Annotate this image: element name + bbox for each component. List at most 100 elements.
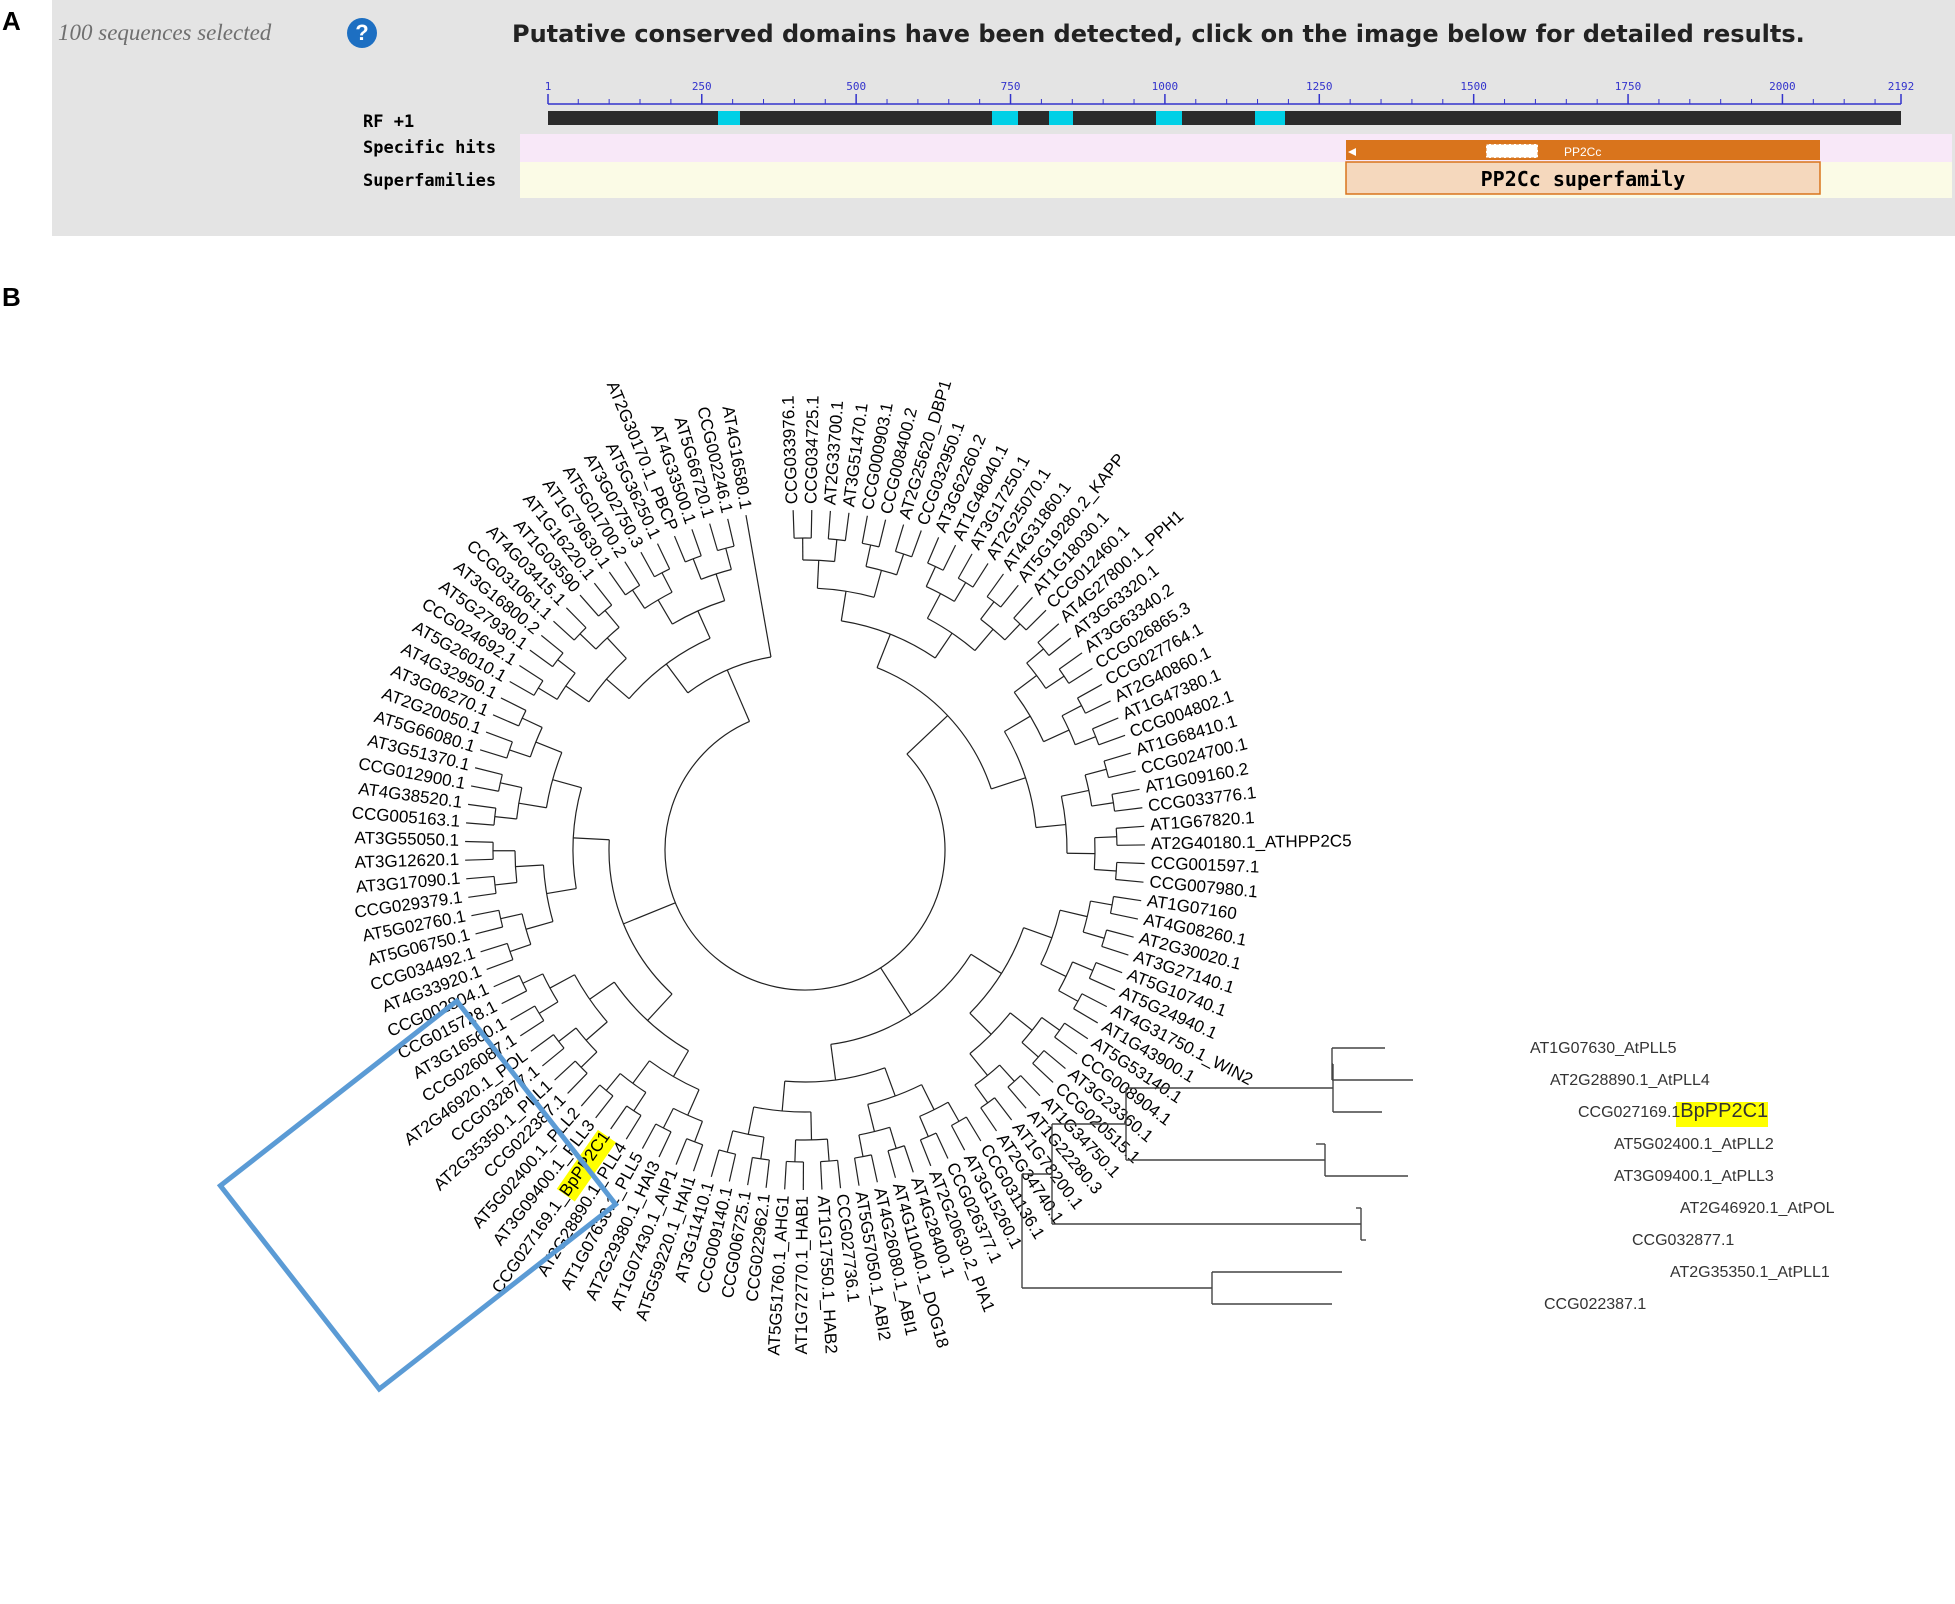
tree-branch — [500, 697, 527, 711]
sequence-feature-mark — [1156, 111, 1182, 125]
tree-branch — [465, 858, 494, 861]
tree-branch — [969, 1012, 992, 1035]
tree-leaf-label: AT3G12620.1 — [354, 850, 459, 872]
tree-arc — [598, 604, 613, 617]
tree-branch — [540, 634, 564, 654]
tree-branch — [974, 1084, 989, 1104]
ruler-tick-label: 1500 — [1460, 80, 1487, 93]
tree-branch — [467, 803, 496, 809]
tree-branch — [903, 1145, 914, 1173]
tree-branch — [1058, 652, 1083, 670]
tree-branch — [691, 529, 702, 556]
tree-branch — [486, 959, 514, 971]
tree-branch — [974, 628, 994, 651]
superfamily-box[interactable]: PP2Cc superfamily — [1345, 161, 1821, 195]
tree-branch — [580, 1084, 601, 1107]
ruler-tick-label: 500 — [846, 80, 866, 93]
subtree-leaf-label: AT2G46920.1_AtPOL — [1680, 1200, 1835, 1217]
tree-branch — [672, 1050, 690, 1077]
tree-branch — [880, 967, 912, 1016]
tree-branch — [980, 601, 995, 620]
cdd-domain-graphic[interactable]: RF +1 Specific hits Superfamilies 1 250 50… — [52, 0, 1955, 236]
tree-branch — [1043, 729, 1070, 743]
tree-branch — [926, 593, 942, 619]
tree-branch — [466, 875, 495, 880]
tree-branch — [605, 1073, 621, 1091]
tree-branch — [953, 582, 967, 602]
tree-arc — [595, 626, 620, 650]
tree-branch — [500, 913, 523, 920]
tree-arc — [858, 1126, 890, 1136]
tree-arc — [1058, 668, 1070, 684]
tree-branch — [1009, 1012, 1033, 1031]
tree-branch — [608, 571, 626, 596]
tree-branch — [919, 1139, 932, 1167]
tree-branch — [579, 594, 600, 617]
tree-branch — [726, 1130, 734, 1153]
tree-branch — [1113, 895, 1142, 902]
tree-branch — [485, 731, 513, 743]
tree-branch — [468, 892, 497, 898]
tree-arc — [1076, 697, 1086, 714]
tree-arc — [1054, 1022, 1066, 1038]
tree-branch — [675, 1138, 688, 1165]
superfamily-label: PP2Cc superfamily — [1481, 167, 1686, 191]
tree-branch — [657, 599, 673, 625]
tree-branch — [1061, 705, 1082, 717]
tree-branch — [606, 678, 630, 700]
tree-branch — [994, 1097, 1013, 1121]
tree-branch — [921, 1084, 935, 1110]
tree-branch — [692, 1144, 704, 1172]
tree-branch — [493, 974, 520, 988]
tree-branch — [784, 1161, 787, 1190]
tree-branch — [558, 1027, 577, 1042]
tree-branch — [1092, 717, 1119, 730]
tree-branch — [1095, 961, 1123, 974]
tree-branch — [970, 953, 1002, 974]
sequence-feature-mark — [1255, 111, 1285, 125]
tree-branch — [585, 1021, 608, 1041]
tree-branch — [475, 926, 503, 935]
tree-arc — [673, 1107, 703, 1122]
tree-branch — [727, 518, 735, 547]
tree-branch — [1116, 825, 1145, 829]
tree-branch — [1037, 623, 1060, 643]
tree-branch — [1061, 789, 1089, 797]
track-label-superfamilies: Superfamilies — [363, 171, 496, 191]
tree-arc — [820, 1159, 838, 1163]
tree-branch — [565, 685, 590, 703]
tree-arc — [1037, 641, 1050, 656]
tree-branch — [833, 539, 838, 562]
panel-label-a: A — [2, 6, 21, 36]
tree-branch — [593, 582, 613, 606]
ruler-tick-label: 2192 — [1888, 80, 1915, 93]
tree-branch — [554, 1060, 576, 1081]
tree-branch — [1072, 961, 1094, 972]
tree-branch — [1059, 909, 1088, 918]
subtree-leaf-label: AT2G28890.1_AtPLL4 — [1550, 1072, 1710, 1089]
tree-branch — [474, 767, 503, 776]
tree-arc — [599, 1084, 614, 1097]
tree-branch — [972, 563, 989, 588]
tree-branch — [1021, 1041, 1039, 1058]
tree-branch — [694, 1121, 703, 1143]
tree-branch — [792, 510, 795, 539]
tree-branch — [840, 591, 847, 621]
tree-branch — [471, 909, 499, 917]
tree-branch — [781, 1081, 786, 1112]
tree-branch — [658, 1131, 672, 1158]
tree-branch — [884, 1067, 896, 1097]
tree-arc — [1032, 1050, 1045, 1064]
tree-branch — [529, 649, 553, 668]
tree-branch — [837, 1160, 842, 1189]
tree-branch — [470, 785, 499, 792]
tree-arc — [625, 584, 640, 596]
tree-branch — [567, 1072, 588, 1094]
tree-arc — [1093, 837, 1096, 870]
tree-branch — [521, 717, 543, 728]
tree-arc — [958, 577, 974, 588]
tree-branch — [1077, 683, 1103, 699]
tree-branch — [950, 1125, 966, 1151]
query-sequence-bar[interactable] — [548, 111, 1901, 125]
tree-arc — [655, 1123, 672, 1133]
